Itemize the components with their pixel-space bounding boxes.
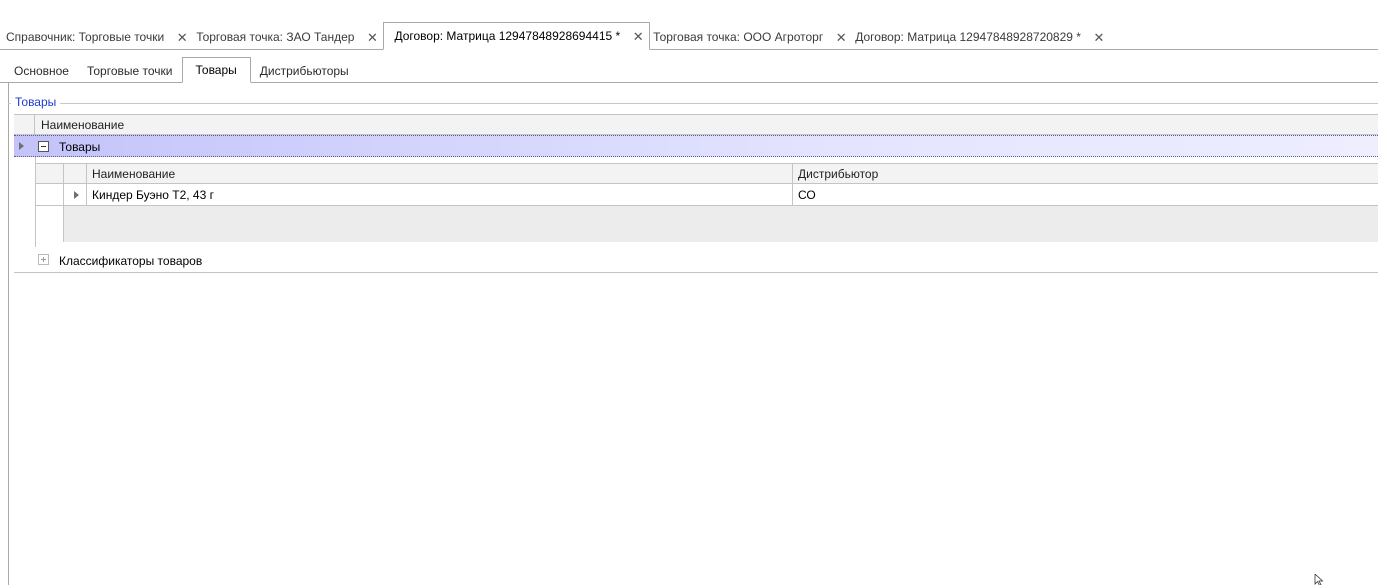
- tab-torgovye-tochki[interactable]: Торговые точки: [78, 59, 182, 83]
- row-indicator-icon: [19, 142, 24, 150]
- group-row-tovary[interactable]: Товары: [14, 135, 1378, 157]
- tab-osnovnoe[interactable]: Основное: [5, 59, 78, 83]
- frame-border: [8, 83, 9, 585]
- column-header-name[interactable]: Наименование: [92, 167, 175, 181]
- detail-grid: Наименование Дистрибьютор Киндер Буэно Т…: [35, 157, 1378, 247]
- tab-tovary[interactable]: Товары: [181, 57, 251, 83]
- indicator-header-cell: [63, 164, 87, 183]
- indicator-header-cell: [14, 115, 35, 134]
- group-box-caption: Товары: [11, 95, 61, 109]
- group-row-classifiers[interactable]: Классификаторы товаров: [14, 247, 1378, 273]
- doc-tab-label: Справочник: Торговые точки: [6, 30, 165, 44]
- product-name-cell[interactable]: Киндер Буэно Т2, 43 г: [92, 188, 214, 202]
- master-grid: Наименование Товары Наименование Дистриб…: [14, 114, 1378, 273]
- close-icon[interactable]: ✕: [835, 31, 847, 44]
- mouse-cursor-icon: [1314, 574, 1324, 585]
- document-tab-bar: Справочник: Торговые точки ✕ Торговая то…: [0, 22, 1378, 50]
- table-row[interactable]: Киндер Буэно Т2, 43 г СО: [36, 184, 1378, 206]
- column-header-name[interactable]: Наименование: [41, 118, 124, 132]
- doc-tab-label: Договор: Матрица 12947848928720829 *: [855, 30, 1081, 44]
- doc-tab-label: Договор: Матрица 1294784892869441​5 *: [394, 29, 621, 43]
- tab-distributory[interactable]: Дистрибьюторы: [251, 59, 358, 83]
- column-divider: [792, 164, 793, 183]
- column-divider: [792, 184, 793, 205]
- close-icon[interactable]: ✕: [1093, 31, 1105, 44]
- group-label: Товары: [59, 140, 101, 154]
- row-indicator-icon: [74, 191, 79, 199]
- detail-empty-area: [63, 206, 1378, 242]
- close-icon[interactable]: ✕: [176, 31, 188, 44]
- doc-tab-agrotorg[interactable]: Торговая точка: ООО Агроторг ✕: [650, 24, 852, 50]
- detail-grid-header: Наименование Дистрибьютор: [36, 163, 1378, 184]
- doc-tab-contract-active[interactable]: Договор: Матрица 1294784892869441​5 * ✕: [383, 22, 651, 50]
- distributor-cell[interactable]: СО: [798, 188, 816, 202]
- expand-icon[interactable]: [38, 254, 49, 265]
- grid-header: Наименование: [14, 114, 1378, 135]
- page-tab-bar: Основное Торговые точки Товары Дистрибью…: [0, 57, 1378, 83]
- close-icon[interactable]: ✕: [632, 30, 644, 43]
- collapse-icon[interactable]: [38, 141, 49, 152]
- group-box-border: [8, 103, 1378, 104]
- doc-tab-spravochnik[interactable]: Справочник: Торговые точки ✕: [3, 24, 193, 50]
- close-icon[interactable]: ✕: [366, 31, 378, 44]
- doc-tab-label: Торговая точка: ООО Агроторг: [653, 30, 824, 44]
- doc-tab-label: Торговая точка: ЗАО Тандер: [196, 30, 355, 44]
- doc-tab-contract-2[interactable]: Договор: Матрица 12947848928720829 * ✕: [852, 24, 1110, 50]
- group-label: Классификаторы товаров: [59, 254, 203, 268]
- column-header-distributor[interactable]: Дистрибьютор: [798, 167, 878, 181]
- doc-tab-tander[interactable]: Торговая точка: ЗАО Тандер ✕: [193, 24, 383, 50]
